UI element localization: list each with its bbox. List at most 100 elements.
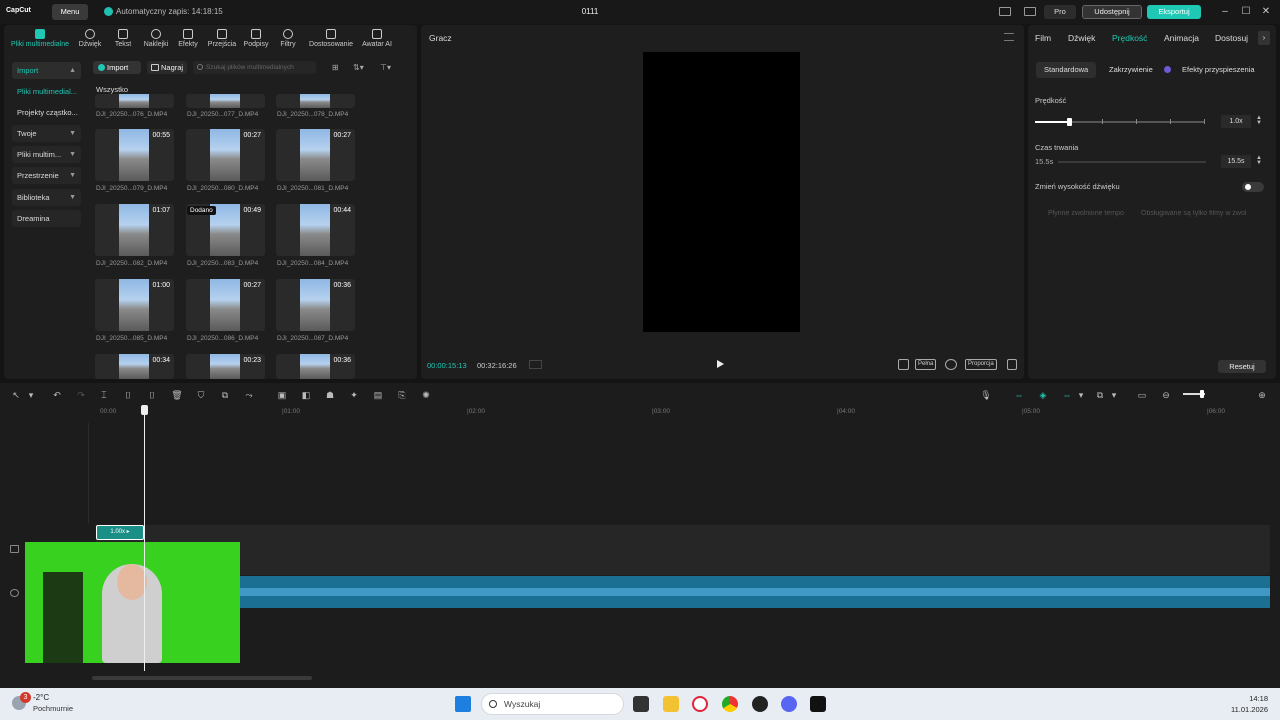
redo-icon[interactable]: ↷ — [75, 389, 87, 401]
export-button[interactable]: Eksportuj — [1147, 5, 1201, 19]
media-thumbnail[interactable]: 00:27 — [276, 129, 355, 181]
maximize-icon[interactable]: ☐ — [1239, 5, 1253, 19]
layout-icon[interactable] — [999, 7, 1011, 16]
remove-bg-icon[interactable]: ☗ — [324, 389, 336, 401]
minimize-icon[interactable]: – — [1218, 5, 1232, 19]
shortcuts-icon[interactable] — [1024, 7, 1036, 16]
subtitle-icon[interactable]: ▭ — [1136, 389, 1148, 401]
duration-stepper-icon[interactable]: ▲ ▼ — [1256, 155, 1262, 166]
chevron-right-icon[interactable]: › — [1258, 31, 1270, 45]
file-explorer-icon[interactable] — [663, 696, 679, 712]
chatgpt-icon[interactable] — [752, 696, 768, 712]
microphone-icon[interactable]: 🎙 — [980, 389, 992, 401]
media-thumbnail[interactable] — [95, 94, 174, 108]
ratio-button[interactable]: Proporcja — [965, 359, 997, 370]
taskbar-search-input[interactable]: Wyszukaj — [481, 693, 624, 715]
pro-button[interactable]: Pro — [1044, 5, 1076, 19]
clock-date[interactable]: 11.01.2026 — [1222, 705, 1268, 714]
media-thumbnail[interactable]: 00:55 — [95, 129, 174, 181]
chevron-down-icon[interactable]: ▾ — [1108, 389, 1120, 401]
tab-video[interactable]: Film — [1035, 33, 1051, 43]
video-track-icon[interactable] — [10, 545, 19, 553]
media-thumbnail[interactable]: 01:00 — [95, 279, 174, 331]
audio-track-icon[interactable] — [10, 589, 19, 597]
media-thumbnail[interactable] — [186, 94, 265, 108]
media-thumbnail[interactable]: 00:27 — [186, 129, 265, 181]
discord-icon[interactable] — [781, 696, 797, 712]
playhead-handle[interactable] — [141, 405, 148, 415]
timeline-scrollbar[interactable] — [92, 676, 312, 680]
speed-slider-knob[interactable] — [1067, 118, 1072, 126]
media-thumbnail[interactable]: 00:23 — [186, 354, 265, 379]
subtab-speed-effects[interactable]: Efekty przyspieszenia — [1174, 62, 1263, 78]
chrome-icon[interactable] — [722, 696, 738, 712]
tab-audio[interactable]: Dźwięk — [1068, 33, 1095, 43]
tab-speed[interactable]: Prędkość — [1112, 33, 1147, 43]
media-thumbnail[interactable]: 00:36 — [276, 279, 355, 331]
main-track[interactable] — [96, 525, 1270, 575]
media-thumbnail[interactable]: 00:44 — [276, 204, 355, 256]
duration-value-input[interactable]: 15.5s — [1221, 155, 1251, 168]
chevron-down-icon[interactable]: ▾ — [25, 389, 37, 401]
selected-clip[interactable]: 1.00x ▸ — [96, 525, 144, 540]
media-thumbnail[interactable]: 00:27 — [186, 279, 265, 331]
tab-animation[interactable]: Animacja — [1164, 33, 1199, 43]
play-icon[interactable] — [717, 360, 724, 368]
timeline-view-icon[interactable] — [529, 360, 542, 369]
subtab-curve[interactable]: Zakrzywienie — [1101, 62, 1161, 78]
windows-start-icon[interactable] — [455, 696, 471, 712]
media-thumbnail[interactable] — [276, 94, 355, 108]
task-view-icon[interactable] — [633, 696, 649, 712]
snap-icon[interactable]: ⇔ — [1061, 389, 1073, 401]
snapshot-icon[interactable] — [945, 359, 957, 370]
export-frame-icon[interactable]: ⎘ — [396, 389, 408, 401]
weather-temperature[interactable]: -2°C — [33, 693, 49, 702]
share-button[interactable]: Udostępnij — [1082, 5, 1142, 19]
delete-icon[interactable]: 🗑 — [171, 389, 183, 401]
ruler-label: |05:00 — [1022, 408, 1040, 415]
close-icon[interactable]: ✕ — [1259, 5, 1273, 19]
zoom-out-icon[interactable]: ⊖ — [1160, 389, 1172, 401]
pitch-toggle[interactable] — [1242, 182, 1264, 192]
clock-time[interactable]: 14:18 — [1238, 694, 1268, 703]
select-tool-icon[interactable]: ↖ — [10, 389, 22, 401]
speed-stepper-icon[interactable]: ▲ ▼ — [1256, 115, 1262, 126]
video-preview[interactable] — [643, 52, 800, 332]
full-quality-button[interactable]: Pełna — [915, 359, 937, 370]
weather-description[interactable]: Pochmurnie — [33, 704, 73, 713]
capcut-icon[interactable] — [810, 696, 826, 712]
speed-value-input[interactable]: 1.0x — [1221, 115, 1251, 128]
media-thumbnail[interactable]: 01:07 — [95, 204, 174, 256]
captions-icon[interactable]: ▤ — [372, 389, 384, 401]
subtab-standard[interactable]: Standardowa — [1036, 62, 1097, 78]
shield-icon[interactable]: ⛉ — [195, 389, 207, 401]
split-left-icon[interactable]: ⌷ — [122, 389, 134, 401]
link-icon[interactable]: ⇔ — [1013, 389, 1025, 401]
playhead[interactable] — [144, 405, 145, 671]
mirror-icon[interactable]: ◧ — [300, 389, 312, 401]
split-right-icon[interactable]: ⌷ — [146, 389, 158, 401]
crop-icon[interactable] — [898, 359, 909, 370]
freeze-icon[interactable]: ▣ — [276, 389, 288, 401]
opera-icon[interactable] — [692, 696, 708, 712]
project-title[interactable]: 0111 — [560, 7, 620, 16]
media-thumbnail[interactable]: 00:36 — [276, 354, 355, 379]
magic-icon[interactable]: ✦ — [348, 389, 360, 401]
media-thumbnail[interactable]: 00:34 — [95, 354, 174, 379]
chevron-down-icon[interactable]: ▾ — [1075, 389, 1087, 401]
zoom-knob[interactable] — [1200, 390, 1204, 398]
tab-adjust[interactable]: Dostosuj — [1215, 33, 1248, 43]
ai-icon[interactable]: ✺ — [420, 389, 432, 401]
magnet-icon[interactable]: ◈ — [1037, 389, 1049, 401]
reset-button[interactable]: Resetuj — [1218, 360, 1266, 373]
fullscreen-icon[interactable] — [1007, 359, 1017, 370]
speed-tick — [1204, 119, 1205, 124]
preview-axis-icon[interactable]: ⧉ — [1094, 389, 1106, 401]
split-icon[interactable]: ⌶ — [98, 389, 110, 401]
crop-icon[interactable]: ⧉ — [219, 389, 231, 401]
zoom-in-icon[interactable]: ⊕ — [1256, 389, 1268, 401]
undo-icon[interactable]: ↶ — [51, 389, 63, 401]
player-menu-icon[interactable] — [1004, 33, 1014, 41]
speed-icon[interactable]: ⤳ — [243, 389, 255, 401]
media-thumbnail[interactable]: 00:49 Dodano — [186, 204, 265, 256]
